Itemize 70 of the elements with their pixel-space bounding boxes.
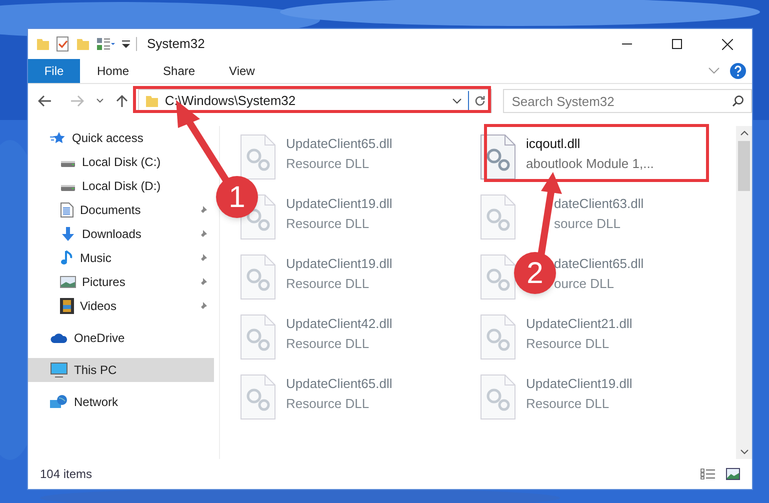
large-icons-view-icon[interactable] [726, 468, 740, 480]
close-icon [722, 38, 732, 50]
help-icon[interactable] [730, 63, 746, 79]
download-icon [60, 226, 76, 242]
file-name[interactable]: UpdateClient21.dll [526, 314, 632, 334]
document-icon [60, 202, 74, 218]
ribbon-tab[interactable]: Share [146, 59, 212, 83]
file-description: ource DLL [554, 274, 615, 292]
nav-item[interactable]: This PC [28, 358, 214, 382]
file-name[interactable]: dateClient63.dll [554, 194, 644, 214]
search-field[interactable]: Search System32 [502, 89, 752, 113]
refresh-icon[interactable] [474, 95, 486, 107]
file-description: Resource DLL [286, 334, 370, 352]
customize-toolbar-icon[interactable] [122, 39, 130, 49]
nav-item[interactable]: Network [28, 390, 214, 414]
up-icon[interactable] [116, 94, 128, 108]
star-icon [50, 131, 66, 145]
network-icon [50, 394, 68, 410]
nav-item[interactable]: Documents [28, 198, 214, 222]
nav-item[interactable]: Local Disk (C:) [28, 150, 214, 174]
folder-icon [144, 94, 159, 108]
pictures-icon [60, 276, 76, 288]
film-icon [60, 298, 74, 314]
cloud-icon [50, 332, 68, 344]
ribbon-tab[interactable]: Home [80, 59, 146, 83]
details-view-icon[interactable] [700, 468, 716, 480]
search-icon[interactable] [732, 95, 744, 107]
file-name[interactable]: UpdateClient19.dll [286, 254, 392, 274]
scrollbar[interactable] [736, 126, 752, 459]
view-options-icon[interactable] [96, 37, 116, 51]
file-name[interactable]: UpdateClient42.dll [286, 314, 392, 334]
nav-item[interactable]: Downloads [28, 222, 214, 246]
back-icon[interactable] [38, 95, 52, 107]
nav-item[interactable]: Music [28, 246, 214, 270]
nav-item[interactable]: Pictures [28, 270, 214, 294]
nav-item[interactable]: Local Disk (D:) [28, 174, 214, 198]
file-name[interactable]: UpdateClient19.dll [526, 374, 632, 394]
file-description: Resource DLL [286, 214, 370, 232]
file-name[interactable]: dateClient65.dll [554, 254, 644, 274]
nav-item[interactable]: Videos [28, 294, 214, 318]
file-description: Resource DLL [286, 394, 370, 412]
ribbon-tab[interactable]: View [212, 59, 272, 83]
file-description: Resource DLL [286, 154, 370, 172]
file-name[interactable]: UpdateClient19.dll [286, 194, 392, 214]
nav-item[interactable]: OneDrive [28, 326, 214, 350]
nav-item[interactable]: Quick access [28, 126, 214, 150]
file-name[interactable]: icqoutl.dll [526, 134, 654, 154]
forward-icon[interactable] [70, 95, 84, 107]
file-tab[interactable]: File [28, 59, 80, 83]
window-title: System32 [147, 35, 205, 54]
file-description: Resource DLL [286, 274, 370, 292]
file-name[interactable]: UpdateClient65.dll [286, 374, 392, 394]
scroll-up-icon[interactable] [740, 130, 748, 136]
file-description: aboutlook Module 1,... [526, 154, 654, 172]
scroll-thumb[interactable] [738, 141, 750, 191]
file-description: source DLL [554, 214, 622, 232]
dll-file-icon[interactable] [480, 134, 516, 180]
file-name[interactable]: UpdateClient65.dll [286, 134, 392, 154]
item-count: 104 items [40, 466, 92, 483]
scroll-down-icon[interactable] [740, 449, 748, 455]
address-text: C:\Windows\System32 [164, 92, 296, 110]
expand-ribbon-icon[interactable] [708, 67, 720, 75]
maximize-icon [672, 39, 682, 49]
properties-icon[interactable] [56, 36, 70, 52]
file-description: Resource DLL [526, 334, 610, 352]
file-description: Resource DLL [526, 394, 610, 412]
recent-locations-icon[interactable] [96, 98, 104, 104]
music-note-icon [60, 250, 74, 266]
dropdown-icon[interactable] [452, 98, 462, 104]
computer-icon [50, 362, 68, 378]
